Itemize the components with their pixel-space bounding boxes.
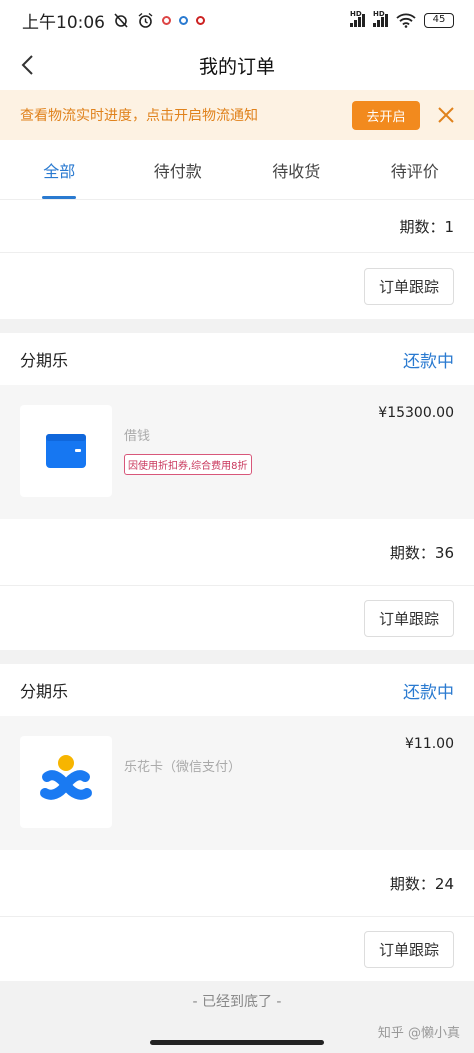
order-tabs: 全部 待付款 待收货 待评价: [0, 140, 474, 200]
tab-label: 待评价: [390, 161, 439, 181]
tab-label: 待收货: [272, 161, 321, 181]
order-card-header: 分期乐 还款中: [0, 664, 474, 716]
order-track-button[interactable]: 订单跟踪: [363, 267, 454, 305]
tab-pending-payment[interactable]: 待付款: [119, 140, 238, 199]
item-info: ¥15300.00 借钱 因使用折扣券,综合费用8折: [124, 405, 454, 519]
installments-row: 期数：24: [0, 850, 474, 916]
partial-order-card: 期数：1 订单跟踪: [0, 200, 474, 319]
order-merchant: 分期乐: [20, 682, 69, 701]
track-row: 订单跟踪: [0, 917, 474, 981]
tab-all[interactable]: 全部: [0, 140, 119, 199]
order-card-header: 分期乐 还款中: [0, 333, 474, 385]
watermark: 知乎 @懒小真: [377, 1026, 460, 1041]
order-status: 还款中: [403, 351, 454, 372]
status-time: 上午10:06: [22, 12, 105, 33]
card-gap: [0, 650, 474, 664]
page-title: 我的订单: [198, 55, 275, 78]
close-icon[interactable]: [436, 105, 456, 125]
order-card: 分期乐 还款中 ¥15300.00 借钱 因使用折扣券,综合费用8折 期数：36…: [0, 333, 474, 650]
notification-dot-icon: [196, 15, 205, 25]
battery-icon: 45: [424, 12, 454, 28]
installments-row: 期数：1: [0, 200, 474, 252]
chevron-left-icon[interactable]: [16, 52, 42, 78]
tab-pending-receipt[interactable]: 待收货: [237, 140, 356, 199]
order-track-button[interactable]: 订单跟踪: [363, 930, 454, 968]
item-name: 借钱: [124, 429, 151, 444]
notification-dot-icon: [179, 15, 188, 25]
notice-text: 查看物流实时进度，点击开启物流通知: [20, 108, 258, 124]
status-bar: 上午10:06 HD HD 45: [0, 0, 474, 40]
home-indicator[interactable]: [150, 1040, 324, 1045]
track-row: 订单跟踪: [0, 586, 474, 650]
signal-icon: HD: [350, 10, 365, 27]
installments-text: 期数：36: [389, 543, 454, 562]
notification-dot-icon: [162, 15, 171, 25]
order-track-button[interactable]: 订单跟踪: [363, 599, 454, 637]
installments-text: 期数：1: [399, 217, 454, 236]
alarm-icon: [138, 12, 153, 28]
enable-notification-button[interactable]: 去开启: [352, 100, 420, 130]
tab-pending-review[interactable]: 待评价: [356, 140, 474, 199]
end-of-list: - 已经到底了 -: [0, 981, 474, 1021]
signal-icon: HD: [373, 10, 388, 27]
order-item[interactable]: ¥15300.00 借钱 因使用折扣券,综合费用8折: [0, 385, 474, 519]
status-left: 上午10:06: [22, 8, 205, 33]
tab-label: 全部: [43, 161, 76, 181]
tab-label: 待付款: [153, 161, 202, 181]
track-row: 订单跟踪: [0, 253, 474, 319]
order-status: 还款中: [403, 682, 454, 703]
order-item[interactable]: ¥11.00 乐花卡（微信支付）: [0, 716, 474, 850]
wifi-icon: [396, 13, 416, 28]
order-merchant: 分期乐: [20, 351, 69, 370]
card-gap: [0, 319, 474, 333]
alarm-off-icon: [114, 13, 128, 28]
installments-text: 期数：24: [389, 874, 454, 893]
product-thumbnail: [20, 405, 112, 497]
status-right: HD HD 45: [350, 10, 454, 28]
lehua-card-icon: [40, 755, 92, 800]
item-name: 乐花卡（微信支付）: [124, 760, 242, 775]
order-card: 分期乐 还款中 ¥11.00 乐花卡（微信支付） 期数：24 订单跟踪: [0, 664, 474, 981]
installments-row: 期数：36: [0, 519, 474, 585]
discount-tag: 因使用折扣券,综合费用8折: [124, 454, 252, 475]
wallet-icon: [46, 434, 86, 468]
logistics-notice-banner: 查看物流实时进度，点击开启物流通知 去开启: [0, 90, 474, 140]
item-price: ¥11.00: [405, 736, 454, 752]
nav-bar: 我的订单: [0, 40, 474, 90]
item-info: ¥11.00 乐花卡（微信支付）: [124, 736, 454, 850]
product-thumbnail: [20, 736, 112, 828]
item-price: ¥15300.00: [378, 405, 454, 421]
end-of-list-text: - 已经到底了 -: [192, 994, 282, 1010]
order-list: 期数：1 订单跟踪 分期乐 还款中 ¥15300.00 借钱 因使用折扣券,综合…: [0, 200, 474, 1021]
